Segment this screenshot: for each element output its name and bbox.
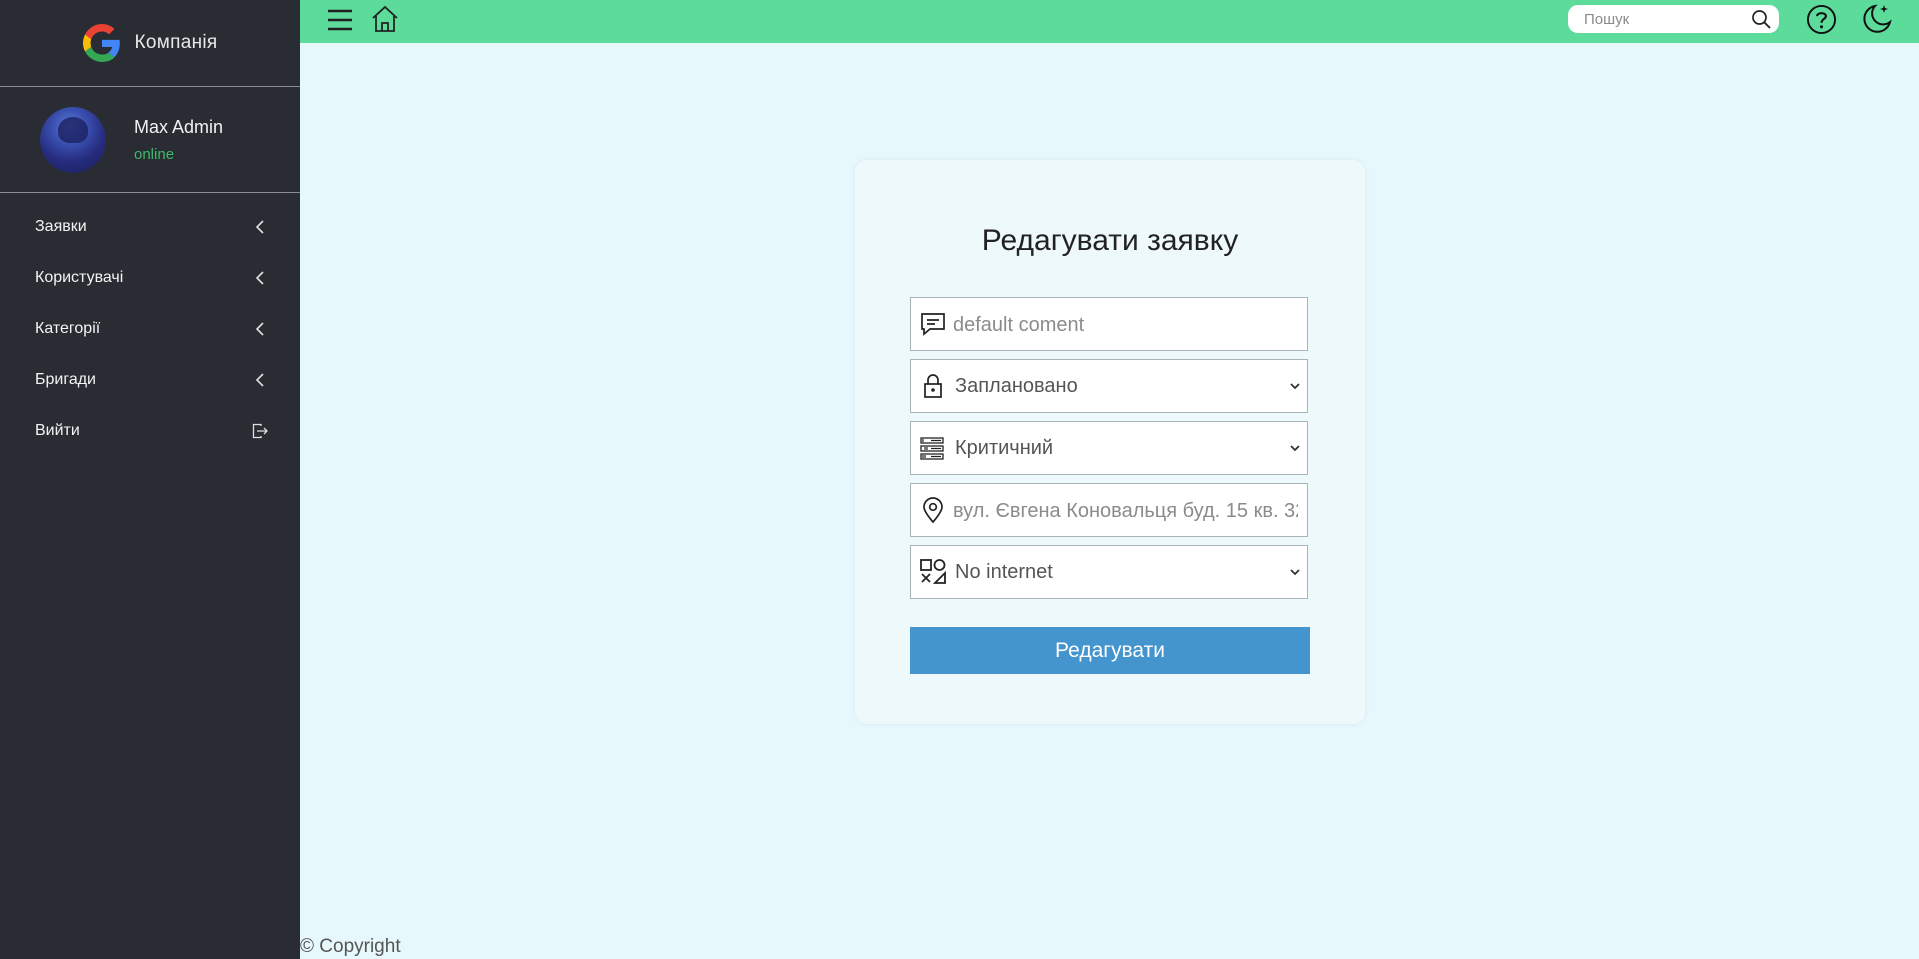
priority-selected-value: Критичний	[955, 437, 1054, 459]
topbar	[300, 0, 1919, 43]
search-box	[1568, 5, 1779, 33]
address-input[interactable]	[951, 484, 1300, 538]
comment-input[interactable]	[951, 298, 1300, 352]
comment-field	[910, 297, 1308, 352]
edit-request-card: Редагувати заявку Заплановано Критичний	[855, 160, 1365, 724]
chevron-left-icon	[255, 321, 264, 336]
avatar	[40, 106, 106, 173]
sidebar-item-requests[interactable]: Заявки	[0, 201, 300, 252]
search-input[interactable]	[1582, 9, 1746, 29]
search-icon[interactable]	[1751, 9, 1771, 29]
footer-copyright: © Copyright	[300, 936, 401, 957]
user-name: Max Admin	[134, 116, 224, 137]
address-field	[910, 483, 1308, 538]
sidebar-item-logout[interactable]: Вийти	[0, 405, 300, 456]
user-panel: Max Admin online	[0, 87, 300, 193]
page-title: Редагувати заявку	[981, 224, 1239, 257]
dark-mode-icon[interactable]	[1860, 2, 1894, 36]
priority-select[interactable]: Критичний	[910, 421, 1308, 475]
location-pin-icon	[923, 497, 943, 524]
chevron-down-icon	[1290, 569, 1300, 576]
comment-icon	[921, 313, 945, 336]
chevron-down-icon	[1290, 445, 1300, 452]
sidebar-item-categories[interactable]: Категорії	[0, 303, 300, 354]
sidebar-item-users[interactable]: Користувачі	[0, 252, 300, 303]
status-select[interactable]: Заплановано	[910, 359, 1308, 413]
submit-edit-button[interactable]: Редагувати	[910, 627, 1310, 674]
user-info: Max Admin online	[134, 117, 223, 163]
sidebar-item-label: Заявки	[35, 217, 87, 235]
lock-icon	[924, 374, 942, 398]
user-status: online	[134, 145, 175, 163]
sidebar-menu: Заявки Користувачі Категорії Бригади Вий…	[0, 193, 300, 456]
chevron-left-icon	[255, 270, 264, 285]
home-icon[interactable]	[370, 4, 400, 34]
chevron-left-icon	[255, 372, 264, 387]
category-select[interactable]: No internet	[910, 545, 1308, 599]
hamburger-menu-icon[interactable]	[327, 6, 353, 34]
sidebar-item-label: Бригади	[35, 370, 96, 388]
google-logo-icon	[82, 24, 120, 62]
shapes-icon	[920, 559, 946, 584]
help-icon[interactable]	[1806, 4, 1837, 35]
chevron-left-icon	[255, 219, 264, 234]
brand: Компанія	[0, 0, 300, 87]
sidebar-item-label: Вийти	[35, 421, 80, 439]
chevron-down-icon	[1290, 383, 1300, 390]
sidebar-item-label: Категорії	[35, 319, 101, 337]
sidebar-item-label: Користувачі	[35, 268, 124, 286]
category-selected-value: No internet	[955, 561, 1053, 583]
status-selected-value: Заплановано	[955, 375, 1078, 397]
brand-name: Компанія	[134, 32, 218, 53]
logout-icon	[252, 423, 268, 438]
sidebar-item-brigades[interactable]: Бригади	[0, 354, 300, 405]
list-settings-icon	[920, 437, 944, 460]
sidebar: Компанія Max Admin online Заявки Користу…	[0, 0, 300, 959]
